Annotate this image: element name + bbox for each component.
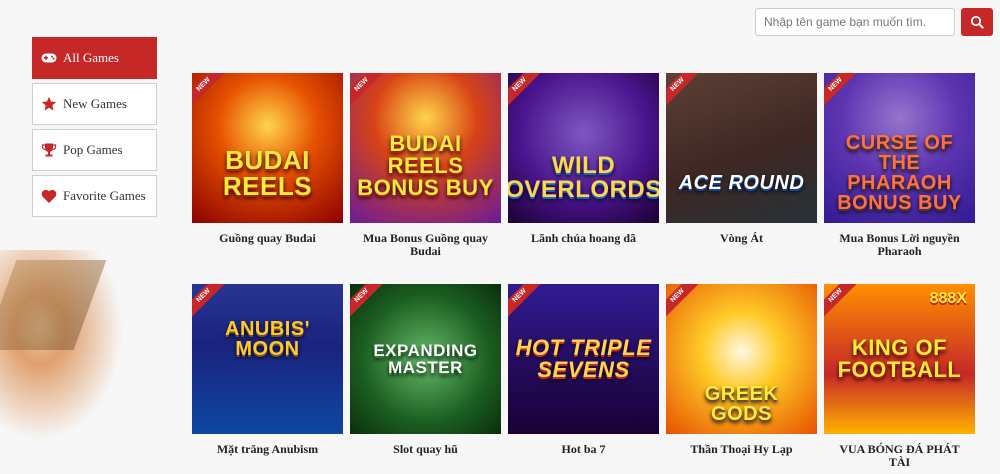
sidebar-item-all-games[interactable]: All Games <box>32 37 157 79</box>
game-art-title: KING OF FOOTBALL <box>837 335 962 382</box>
sidebar-item-label: Favorite Games <box>63 188 146 203</box>
game-title[interactable]: VUA BÓNG ĐÁ PHÁT TÀI <box>824 443 975 469</box>
search-button[interactable] <box>961 8 993 36</box>
game-art-title: ANUBIS' MOON <box>225 318 310 360</box>
game-card[interactable]: NEW 888X KING OF FOOTBALL VUA BÓNG ĐÁ PH… <box>824 284 975 474</box>
game-art-title: CURSE OF THE PHARAOH BONUS BUY <box>837 132 962 214</box>
game-title[interactable]: Thần Thoại Hy Lạp <box>666 443 817 456</box>
game-art-title: BUDAI REELS <box>222 145 313 201</box>
sidebar-item-favorite-games[interactable]: Favorite Games <box>32 175 157 217</box>
sidebar-item-label: New Games <box>63 96 127 111</box>
game-art-title: EXPANDING MASTER <box>373 341 478 377</box>
game-title[interactable]: Vòng Át <box>666 232 817 245</box>
new-badge: NEW <box>192 73 230 111</box>
game-thumbnail[interactable]: NEW GREEK GODS <box>666 284 817 434</box>
game-card[interactable]: NEW GREEK GODS Thần Thoại Hy Lạp <box>666 284 817 474</box>
game-thumbnail[interactable]: NEW CURSE OF THE PHARAOH BONUS BUY <box>824 73 975 223</box>
trophy-icon <box>41 142 57 158</box>
game-art-title: ACE ROUND <box>678 172 805 194</box>
game-thumbnail[interactable]: NEW BUDAI REELS <box>192 73 343 223</box>
game-title[interactable]: Mua Bonus Guồng quay Budai <box>350 232 501 258</box>
game-card[interactable]: NEW WILD OVERLORDS Lãnh chúa hoang dã <box>508 73 659 284</box>
game-art-title: WILD OVERLORDS <box>508 152 659 203</box>
game-card[interactable]: NEW HOT TRIPLE SEVENS Hot ba 7 <box>508 284 659 474</box>
new-badge: NEW <box>666 284 704 322</box>
search-bar <box>755 8 993 36</box>
new-badge: NEW <box>508 284 546 322</box>
game-thumbnail[interactable]: NEW EXPANDING MASTER <box>350 284 501 434</box>
game-thumbnail[interactable]: NEW BUDAI REELS BONUS BUY <box>350 73 501 223</box>
game-thumbnail[interactable]: NEW HOT TRIPLE SEVENS <box>508 284 659 434</box>
game-art-title: HOT TRIPLE SEVENS <box>515 335 652 382</box>
gamepad-icon <box>41 50 57 66</box>
game-title[interactable]: Mặt trăng Anubism <box>192 443 343 456</box>
game-card[interactable]: NEW BUDAI REELS BONUS BUY Mua Bonus Guồn… <box>350 73 501 284</box>
sidebar-item-pop-games[interactable]: Pop Games <box>32 129 157 171</box>
game-card[interactable]: NEW ANUBIS' MOON Mặt trăng Anubism <box>192 284 343 474</box>
game-thumbnail[interactable]: NEW ANUBIS' MOON <box>192 284 343 434</box>
heart-icon <box>41 188 57 204</box>
new-badge: NEW <box>508 73 546 111</box>
star-icon <box>41 96 57 112</box>
sidebar-item-label: All Games <box>63 50 119 65</box>
game-thumbnail[interactable]: NEW 888X KING OF FOOTBALL <box>824 284 975 434</box>
search-input[interactable] <box>755 8 955 36</box>
game-art-title: GREEK GODS <box>704 383 779 425</box>
category-sidebar: All Games New Games Pop Games Favorite G… <box>32 37 157 221</box>
game-card[interactable]: NEW CURSE OF THE PHARAOH BONUS BUY Mua B… <box>824 73 975 284</box>
multiplier-badge: 888X <box>929 290 967 307</box>
game-grid: NEW BUDAI REELS Guồng quay Budai NEW BUD… <box>192 73 975 474</box>
new-badge: NEW <box>824 73 862 111</box>
game-title[interactable]: Hot ba 7 <box>508 443 659 456</box>
sidebar-item-new-games[interactable]: New Games <box>32 83 157 125</box>
game-title[interactable]: Slot quay hũ <box>350 443 501 456</box>
new-badge: NEW <box>350 73 388 111</box>
new-badge: NEW <box>824 284 862 322</box>
game-art-title: BUDAI REELS BONUS BUY <box>357 130 494 200</box>
game-thumbnail[interactable]: NEW WILD OVERLORDS <box>508 73 659 223</box>
game-thumbnail[interactable]: NEW ACE ROUND <box>666 73 817 223</box>
game-card[interactable]: NEW ACE ROUND Vòng Át <box>666 73 817 284</box>
game-card[interactable]: NEW EXPANDING MASTER Slot quay hũ <box>350 284 501 474</box>
new-badge: NEW <box>350 284 388 322</box>
game-title[interactable]: Mua Bonus Lời nguyền Pharaoh <box>824 232 975 258</box>
game-card[interactable]: NEW BUDAI REELS Guồng quay Budai <box>192 73 343 284</box>
search-icon <box>970 15 984 29</box>
sidebar-item-label: Pop Games <box>63 142 123 157</box>
new-badge: NEW <box>192 284 230 322</box>
new-badge: NEW <box>666 73 704 111</box>
game-title[interactable]: Guồng quay Budai <box>192 232 343 245</box>
game-title[interactable]: Lãnh chúa hoang dã <box>508 232 659 245</box>
